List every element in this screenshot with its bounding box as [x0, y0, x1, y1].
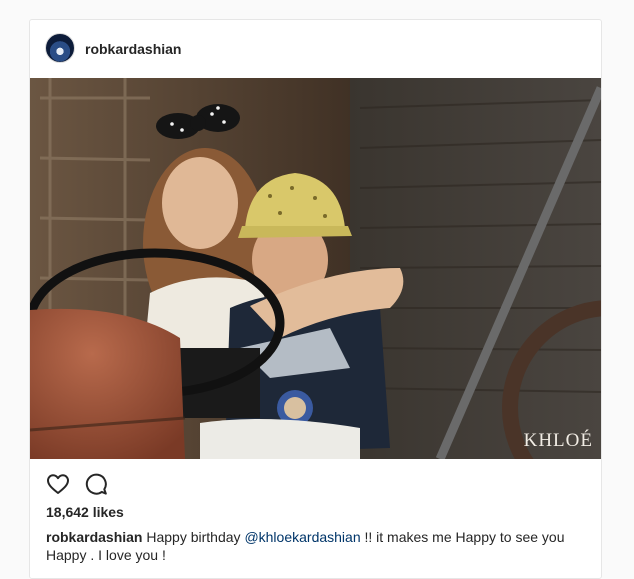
post-author-username[interactable]: robkardashian	[85, 41, 181, 57]
comment-icon[interactable]	[84, 472, 108, 496]
vintage-photo-illustration	[30, 78, 601, 459]
instagram-post: robkardashian KHLOÉ 18,642 likes robkard…	[29, 19, 602, 579]
like-count[interactable]: 18,642 likes	[46, 504, 124, 520]
caption-text-before: Happy birthday	[142, 529, 245, 545]
post-header: robkardashian	[30, 20, 601, 78]
post-photo[interactable]: KHLOÉ	[30, 78, 601, 459]
avatar[interactable]	[45, 33, 75, 63]
caption-username[interactable]: robkardashian	[46, 529, 142, 545]
post-caption: robkardashian Happy birthday @khloekarda…	[46, 528, 591, 564]
heart-icon[interactable]	[46, 472, 70, 496]
photo-watermark: KHLOÉ	[523, 430, 593, 451]
post-actions	[46, 471, 108, 497]
caption-mention-link[interactable]: @khloekardashian	[244, 529, 360, 545]
